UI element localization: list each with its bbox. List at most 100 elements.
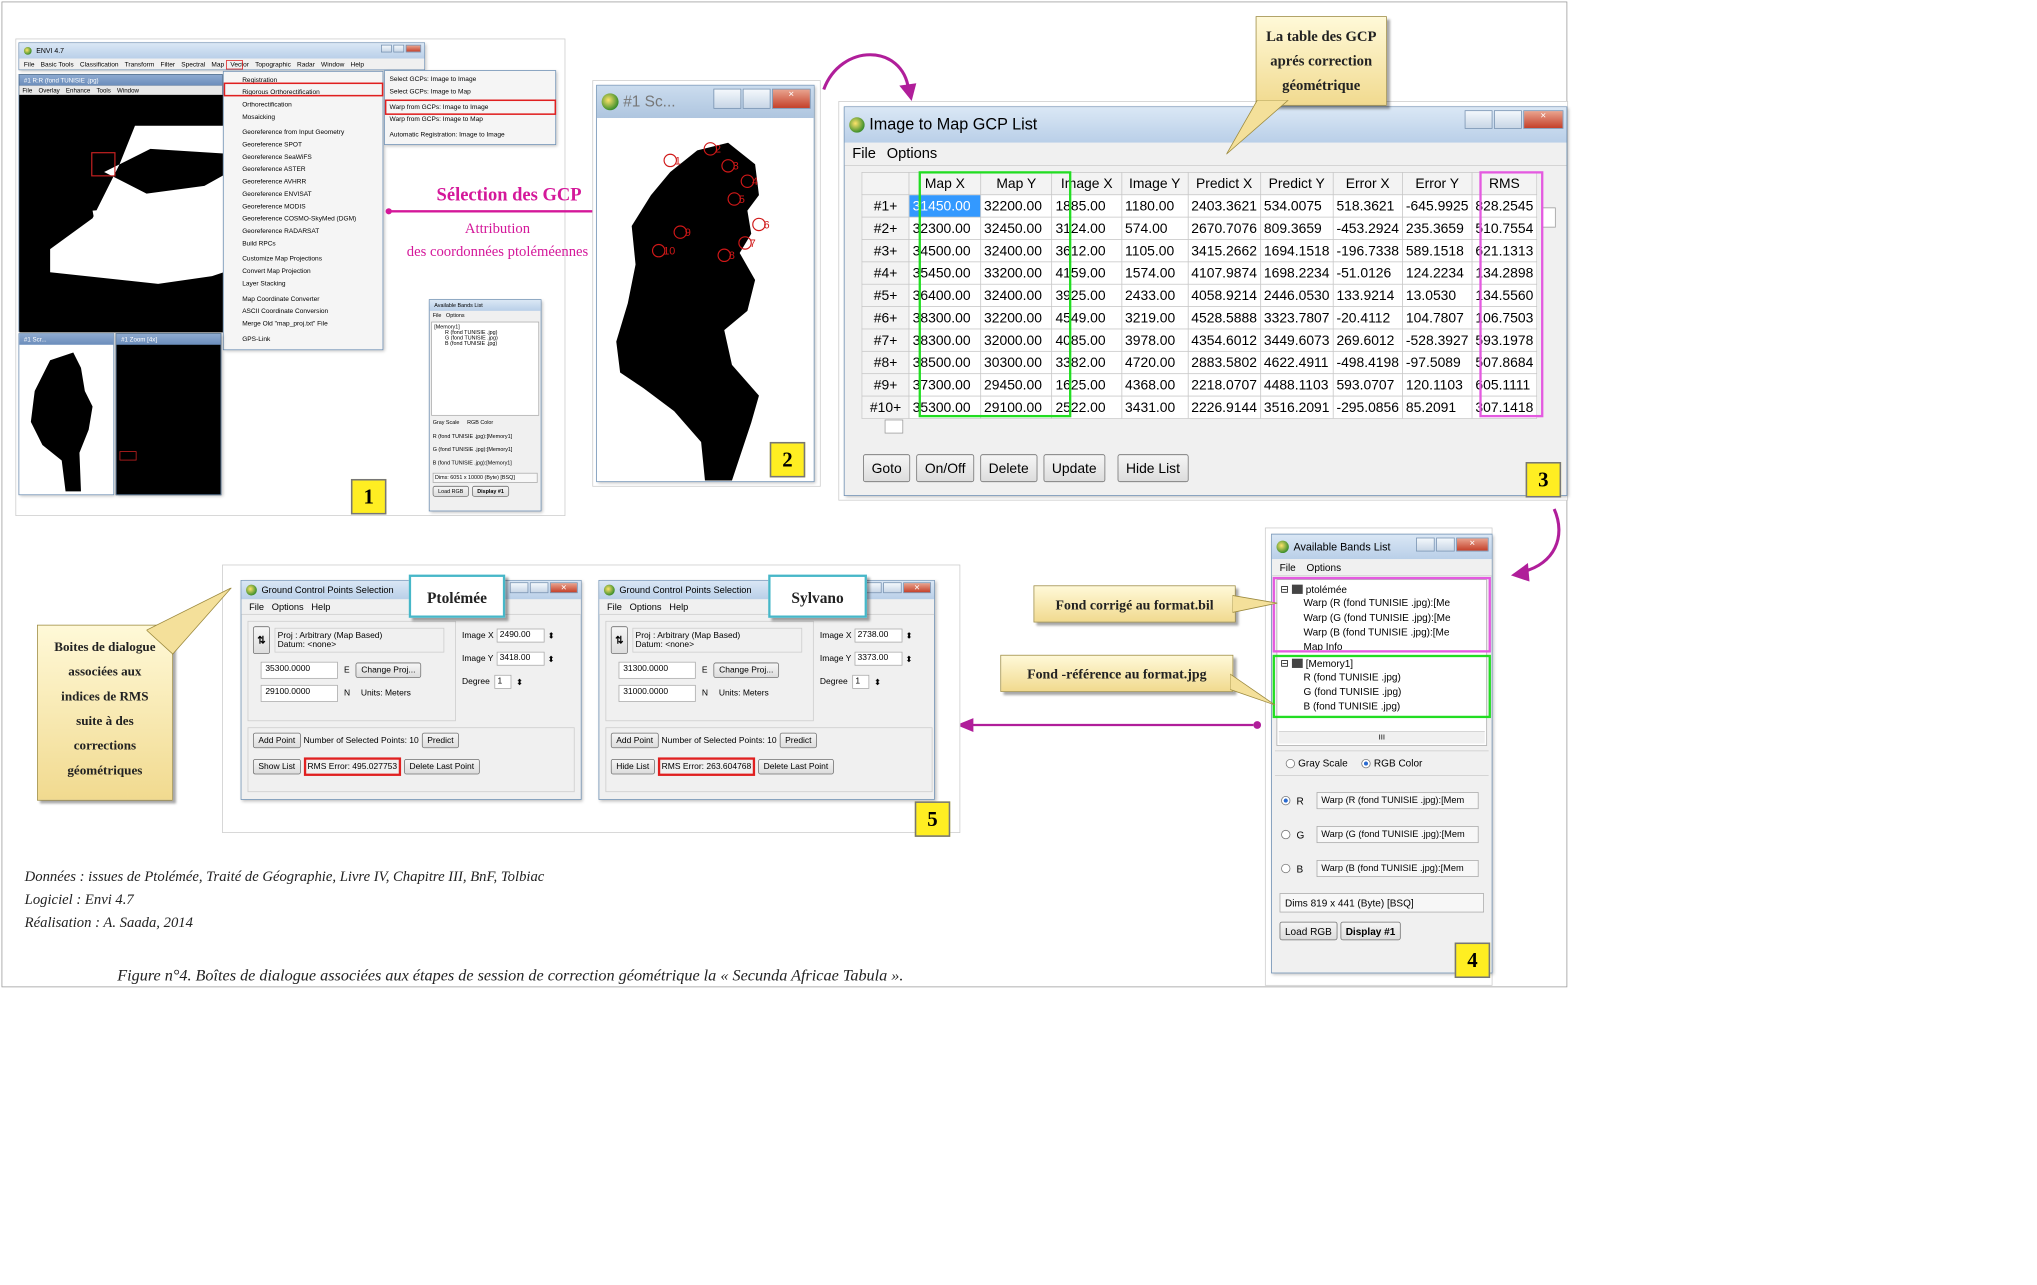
registration-item-6[interactable]: Automatic Registration: Image to Image bbox=[385, 128, 555, 140]
spinner-icon[interactable]: ⬍ bbox=[874, 677, 881, 687]
bands-small-mode-1[interactable]: RGB Color bbox=[467, 420, 493, 425]
table-cell[interactable]: 2218.0707 bbox=[1187, 373, 1261, 397]
table-cell[interactable]: -51.0126 bbox=[1332, 261, 1403, 285]
table-cell[interactable]: 809.3659 bbox=[1260, 216, 1334, 240]
table-cell[interactable]: -528.3927 bbox=[1402, 328, 1473, 352]
table-cell[interactable]: 589.1518 bbox=[1402, 239, 1473, 263]
table-cell[interactable]: 3516.2091 bbox=[1260, 395, 1334, 419]
map-menu-item-11[interactable]: Georeference MODIS bbox=[224, 200, 383, 212]
gcp-marker[interactable]: 1 bbox=[663, 153, 681, 167]
image-x-input[interactable]: 2490.00 bbox=[496, 628, 545, 643]
map-menu-item-20[interactable]: Map Coordinate Converter bbox=[224, 292, 383, 304]
map-menu-item-16[interactable]: Customize Map Projections bbox=[224, 252, 383, 264]
table-cell[interactable]: 269.6012 bbox=[1332, 328, 1403, 352]
horizontal-scrollbar[interactable] bbox=[861, 419, 1538, 436]
image-y-input[interactable]: 3373.00 bbox=[854, 651, 903, 666]
gcp-list-button-delete[interactable]: Delete bbox=[980, 454, 1038, 483]
row-header[interactable]: #4+ bbox=[861, 261, 910, 285]
col-header[interactable]: Predict Y bbox=[1260, 171, 1334, 196]
rgb-row[interactable]: B Warp (B (fond TUNISIE .jpg):[Mem bbox=[1281, 852, 1482, 886]
envi-menu-0[interactable]: File bbox=[24, 60, 35, 68]
envi-menu-1[interactable]: Basic Tools bbox=[41, 60, 74, 68]
table-cell[interactable]: 13.0530 bbox=[1402, 283, 1473, 307]
table-cell[interactable]: -20.4112 bbox=[1332, 306, 1403, 330]
envi-menu-11[interactable]: Help bbox=[351, 60, 364, 68]
table-cell[interactable]: -196.7338 bbox=[1332, 239, 1403, 263]
change-proj-button[interactable]: Change Proj... bbox=[355, 662, 421, 678]
change-proj-button[interactable]: Change Proj... bbox=[713, 662, 779, 678]
image-y-input[interactable]: 3418.00 bbox=[496, 651, 545, 666]
vertical-scrollbar[interactable] bbox=[1541, 193, 1556, 418]
map-menu-item-22[interactable]: Merge Old "map_proj.txt" File bbox=[224, 317, 383, 329]
rgb-row[interactable]: R Warp (R (fond TUNISIE .jpg):[Mem bbox=[1281, 784, 1482, 818]
table-cell[interactable]: 1180.00 bbox=[1121, 194, 1189, 218]
map-menu-item-8[interactable]: Georeference ASTER bbox=[224, 163, 383, 175]
bands-menu-1[interactable]: Options bbox=[1307, 562, 1342, 574]
map-menu-item-3[interactable]: Mosaicking bbox=[224, 110, 383, 122]
table-cell[interactable]: 4354.6012 bbox=[1187, 328, 1261, 352]
row-header[interactable]: #7+ bbox=[861, 328, 910, 352]
easting-input[interactable]: 31300.0000 bbox=[618, 661, 696, 679]
bands-small-menu-0[interactable]: File bbox=[433, 313, 442, 318]
load-rgb-small-button[interactable]: Load RGB bbox=[432, 485, 469, 497]
dialog-menu-2[interactable]: Help bbox=[669, 601, 688, 612]
display-menu-4[interactable]: Window bbox=[117, 87, 139, 94]
envi-menu-10[interactable]: Window bbox=[321, 60, 344, 68]
table-cell[interactable]: 4058.9214 bbox=[1187, 283, 1261, 307]
dialog-menu-1[interactable]: Options bbox=[272, 601, 304, 612]
row-header[interactable]: #3+ bbox=[861, 239, 910, 263]
table-cell[interactable]: 3219.00 bbox=[1121, 306, 1189, 330]
row-header[interactable]: #8+ bbox=[861, 350, 910, 375]
table-cell[interactable]: 2670.7076 bbox=[1187, 216, 1261, 240]
northing-input[interactable]: 31000.0000 bbox=[618, 684, 696, 702]
table-cell[interactable]: 4368.00 bbox=[1121, 373, 1189, 397]
display-menu-1[interactable]: Overlay bbox=[38, 87, 59, 94]
registration-item-1[interactable]: Select GCPs: Image to Map bbox=[385, 85, 555, 97]
map-menu-item-7[interactable]: Georeference SeaWiFS bbox=[224, 150, 383, 162]
list-toggle-button[interactable]: Hide List bbox=[610, 758, 655, 775]
bands-menu-0[interactable]: File bbox=[1280, 562, 1296, 574]
table-cell[interactable]: 1105.00 bbox=[1121, 239, 1189, 263]
envi-menu-3[interactable]: Transform bbox=[125, 60, 155, 68]
table-cell[interactable]: 120.1103 bbox=[1402, 373, 1473, 397]
map-menu-item-21[interactable]: ASCII Coordinate Conversion bbox=[224, 305, 383, 317]
map-menu-item-14[interactable]: Build RPCs bbox=[224, 237, 383, 249]
display-menu-3[interactable]: Tools bbox=[96, 87, 110, 94]
row-header[interactable]: #6+ bbox=[861, 306, 910, 330]
table-cell[interactable]: 4488.1103 bbox=[1260, 373, 1334, 397]
load-rgb-button[interactable]: Load RGB bbox=[1279, 921, 1338, 941]
table-cell[interactable]: -645.9925 bbox=[1402, 194, 1473, 218]
table-cell[interactable]: 1574.00 bbox=[1121, 261, 1189, 285]
degree-input[interactable]: 1 bbox=[852, 674, 870, 689]
map-menu-item-24[interactable]: GPS-Link bbox=[224, 332, 383, 344]
table-cell[interactable]: 4622.4911 bbox=[1260, 350, 1334, 375]
gcp-list-menu-0[interactable]: File bbox=[852, 145, 876, 162]
table-cell[interactable]: -97.5089 bbox=[1402, 350, 1473, 375]
table-cell[interactable]: 3978.00 bbox=[1121, 328, 1189, 352]
degree-input[interactable]: 1 bbox=[494, 674, 512, 689]
spinner-icon[interactable]: ⬍ bbox=[905, 631, 912, 640]
table-cell[interactable]: 4107.9874 bbox=[1187, 261, 1261, 285]
col-header[interactable]: Image Y bbox=[1121, 171, 1189, 196]
table-cell[interactable]: 1698.2234 bbox=[1260, 261, 1334, 285]
map-menu-item-17[interactable]: Convert Map Projection bbox=[224, 265, 383, 277]
row-header[interactable]: #10+ bbox=[861, 395, 910, 419]
bands-hscroll[interactable]: III bbox=[1278, 731, 1485, 744]
dialog-menu-0[interactable]: File bbox=[249, 601, 264, 612]
image-x-input[interactable]: 2738.00 bbox=[854, 628, 903, 643]
table-cell[interactable]: 3449.6073 bbox=[1260, 328, 1334, 352]
easting-input[interactable]: 35300.0000 bbox=[260, 661, 338, 679]
table-cell[interactable]: 2403.3621 bbox=[1187, 194, 1261, 218]
map-menu-item-9[interactable]: Georeference AVHRR bbox=[224, 175, 383, 187]
table-cell[interactable]: 124.2234 bbox=[1402, 261, 1473, 285]
add-point-button[interactable]: Add Point bbox=[252, 732, 301, 749]
table-cell[interactable]: 1694.1518 bbox=[1260, 239, 1334, 263]
table-cell[interactable]: 235.3659 bbox=[1402, 216, 1473, 240]
table-cell[interactable]: 104.7807 bbox=[1402, 306, 1473, 330]
table-cell[interactable]: 518.3621 bbox=[1332, 194, 1403, 218]
bands-small-mode-0[interactable]: Gray Scale bbox=[433, 420, 460, 425]
bands-small-menu-1[interactable]: Options bbox=[446, 313, 465, 318]
row-header[interactable]: #2+ bbox=[861, 216, 910, 240]
map-menu-item-18[interactable]: Layer Stacking bbox=[224, 277, 383, 289]
envi-menu-9[interactable]: Radar bbox=[297, 60, 315, 68]
